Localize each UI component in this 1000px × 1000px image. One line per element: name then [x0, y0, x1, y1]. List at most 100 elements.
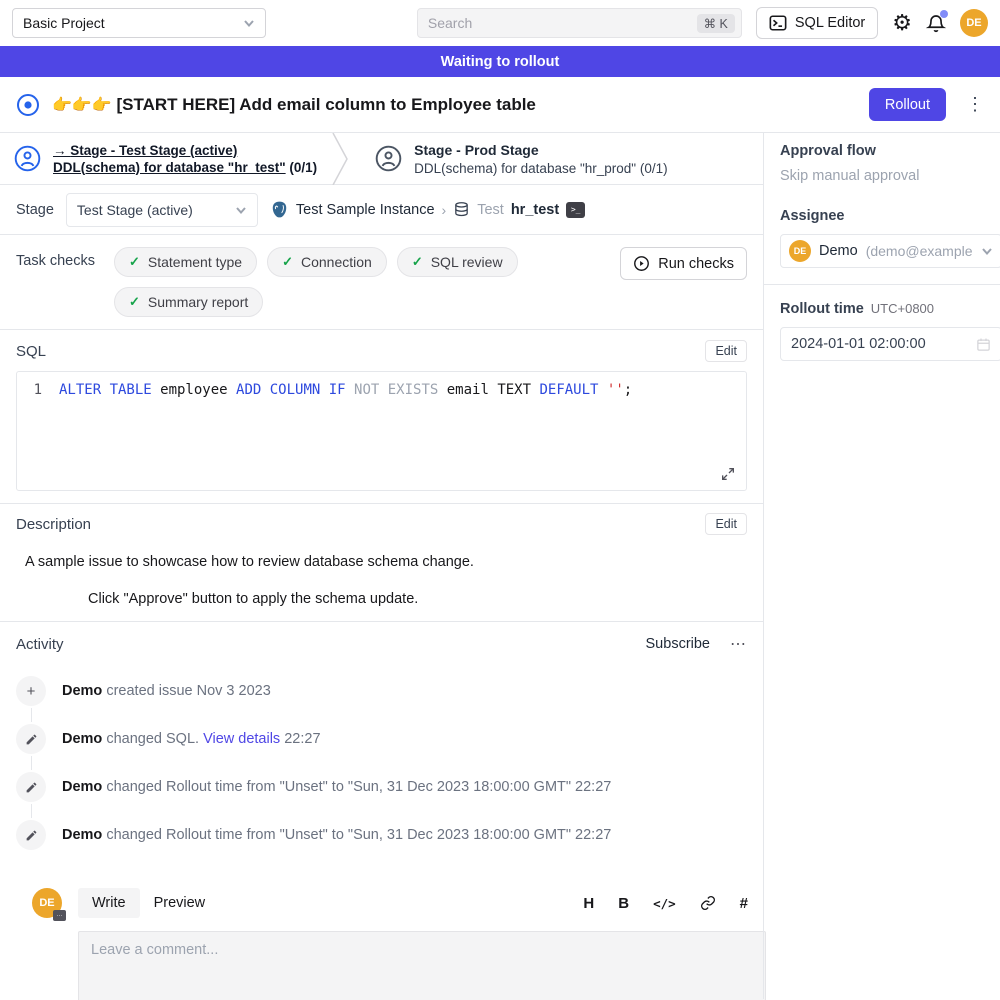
expand-icon	[720, 466, 736, 482]
sql-section: SQL Edit 1 ALTER TABLE employee ADD COLU…	[0, 330, 763, 503]
top-bar: Basic Project ⌘ K SQL Editor ⚙ DE	[0, 0, 1000, 46]
status-banner: Waiting to rollout	[0, 46, 1000, 77]
terminal-icon	[769, 14, 787, 32]
activity-section: Activity Subscribe ⋯ + Demo created issu…	[0, 621, 763, 1000]
assignee-label: Assignee	[780, 208, 1000, 224]
pencil-icon	[16, 772, 46, 802]
check-pills: ✓ Statement type ✓ Connection ✓ SQL revi…	[114, 247, 544, 317]
check-icon: ✓	[282, 254, 293, 270]
check-pill-summary-report[interactable]: ✓ Summary report	[114, 287, 263, 317]
assignee-email: (demo@example	[866, 243, 973, 259]
link-button[interactable]	[700, 895, 716, 911]
stage-card-prod[interactable]: Stage - Prod Stage DDL(schema) for datab…	[351, 133, 681, 184]
user-avatar[interactable]: DE	[960, 9, 988, 37]
notification-dot	[940, 10, 948, 18]
code-button[interactable]: </>	[653, 896, 676, 911]
stage-person-icon	[14, 145, 41, 172]
issue-header: 👉👉👉 [START HERE] Add email column to Emp…	[0, 77, 1000, 133]
rollout-time-label: Rollout time	[780, 301, 864, 317]
stage-title: Stage - Prod Stage	[414, 142, 667, 158]
comment-composer: DE ··· Write Preview H B </>	[16, 850, 747, 1000]
postgresql-icon	[270, 200, 289, 219]
run-checks-button[interactable]: Run checks	[620, 247, 747, 280]
pencil-icon	[16, 820, 46, 850]
search-input[interactable]	[428, 15, 697, 31]
more-actions-button[interactable]: ⋮	[966, 94, 984, 115]
subscribe-button[interactable]: Subscribe	[646, 636, 710, 652]
sidebar-divider	[764, 284, 1000, 285]
timezone-label: UTC+0800	[871, 301, 934, 316]
notifications-button[interactable]	[926, 13, 946, 34]
tab-write[interactable]: Write	[78, 888, 140, 918]
format-toolbar: H B </> #	[583, 895, 766, 912]
sql-editor-button[interactable]: SQL Editor	[756, 7, 878, 39]
chevron-down-icon	[243, 17, 255, 29]
comment-input[interactable]	[78, 931, 766, 1000]
stage-pipeline: → Stage - Test Stage (active) DDL(schema…	[0, 133, 763, 185]
assignee-name: Demo	[819, 243, 858, 259]
approval-flow-label: Approval flow	[780, 143, 1000, 159]
activity-entry: + Demo created issue Nov 3 2023	[16, 676, 747, 724]
stage-subtitle: DDL(schema) for database "hr_test" (0/1)	[53, 160, 317, 175]
main-content: → Stage - Test Stage (active) DDL(schema…	[0, 133, 763, 999]
check-pill-sql-review[interactable]: ✓ SQL review	[397, 247, 518, 277]
right-sidebar: Approval flow Skip manual approval Assig…	[763, 133, 1000, 999]
stage-select-value: Test Stage (active)	[77, 202, 193, 218]
sql-edit-button[interactable]: Edit	[705, 340, 747, 362]
check-icon: ✓	[129, 254, 140, 270]
activity-timeline: + Demo created issue Nov 3 2023 Demo cha…	[16, 676, 747, 850]
check-pill-statement-type[interactable]: ✓ Statement type	[114, 247, 257, 277]
assignee-select[interactable]: DE Demo (demo@example	[780, 234, 1000, 268]
description-text: Click "Approve" button to apply the sche…	[88, 591, 747, 607]
stage-select[interactable]: Test Stage (active)	[66, 193, 258, 227]
database-icon	[453, 201, 470, 218]
heading-button[interactable]: H	[583, 895, 594, 912]
pencil-icon	[16, 724, 46, 754]
check-icon: ✓	[412, 254, 423, 270]
settings-button[interactable]: ⚙	[892, 12, 912, 34]
description-section: Description Edit A sample issue to showc…	[0, 503, 763, 621]
comment-bubble-icon: ···	[53, 910, 66, 921]
rollout-time-input[interactable]: 2024-01-01 02:00:00	[780, 327, 1000, 361]
bold-button[interactable]: B	[618, 895, 629, 912]
activity-entry: Demo changed Rollout time from "Unset" t…	[16, 772, 747, 820]
activity-label: Activity	[16, 636, 64, 653]
environment-label: Test	[477, 202, 504, 218]
calendar-icon	[976, 337, 991, 352]
sql-code-line: 1 ALTER TABLE employee ADD COLUMN IF NOT…	[17, 382, 746, 398]
chevron-down-icon	[235, 204, 247, 216]
link-icon	[700, 895, 716, 911]
chevron-down-icon	[981, 245, 993, 257]
assignee-avatar: DE	[789, 240, 811, 262]
stage-separator	[331, 133, 351, 185]
issue-status-icon	[16, 93, 40, 117]
stage-card-test[interactable]: → Stage - Test Stage (active) DDL(schema…	[0, 133, 331, 184]
sql-label: SQL	[16, 343, 46, 360]
play-circle-icon	[633, 255, 650, 272]
rollout-button[interactable]: Rollout	[869, 88, 946, 121]
activity-more-button[interactable]: ⋯	[730, 634, 747, 654]
view-details-link[interactable]: View details	[203, 731, 280, 747]
rollout-time-value: 2024-01-01 02:00:00	[791, 336, 926, 352]
project-select[interactable]: Basic Project	[12, 8, 266, 38]
expand-button[interactable]	[720, 466, 736, 482]
comment-tabs: Write Preview H B </> #	[78, 888, 766, 918]
instance-name[interactable]: Test Sample Instance	[296, 202, 435, 218]
open-in-sql-editor-icon[interactable]: >_	[566, 202, 585, 218]
tab-preview[interactable]: Preview	[140, 888, 220, 918]
check-pill-connection[interactable]: ✓ Connection	[267, 247, 387, 277]
gear-icon: ⚙	[892, 12, 912, 34]
approval-flow-value: Skip manual approval	[780, 168, 1000, 184]
hash-button[interactable]: #	[740, 895, 748, 912]
task-checks-label: Task checks	[16, 253, 114, 317]
database-name[interactable]: hr_test	[511, 202, 559, 218]
plus-icon: +	[16, 676, 46, 706]
activity-entry: Demo changed Rollout time from "Unset" t…	[16, 820, 747, 850]
check-icon: ✓	[129, 294, 140, 310]
issue-title: 👉👉👉 [START HERE] Add email column to Emp…	[52, 95, 536, 115]
search-box[interactable]: ⌘ K	[417, 8, 742, 38]
pointer-emojis: 👉👉👉	[52, 97, 112, 114]
sql-editor[interactable]: 1 ALTER TABLE employee ADD COLUMN IF NOT…	[16, 371, 747, 491]
search-shortcut-badge: ⌘ K	[697, 14, 735, 33]
description-edit-button[interactable]: Edit	[705, 513, 747, 535]
